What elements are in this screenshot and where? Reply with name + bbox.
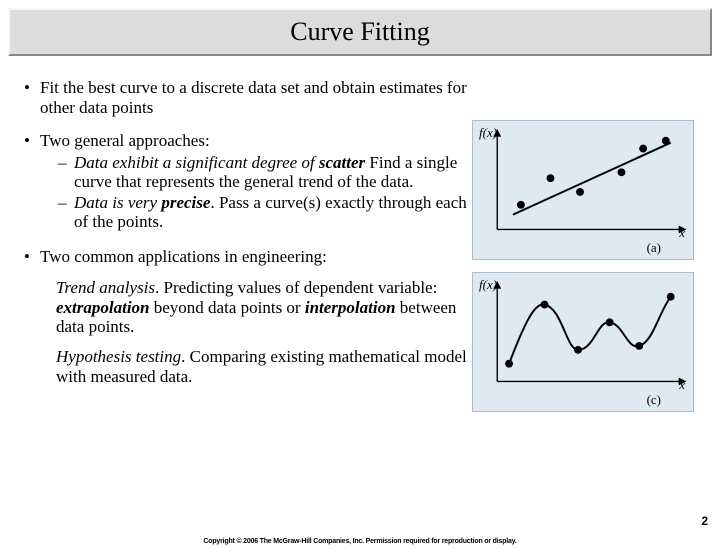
bullet-mark: • xyxy=(24,247,40,396)
bullet-3-lead: Two common applications in engineering: xyxy=(40,247,468,267)
sub-list: – Data exhibit a significant degree of s… xyxy=(58,153,468,232)
page-number: 2 xyxy=(701,514,708,528)
bullet-2-lead: Two general approaches: xyxy=(40,131,468,151)
figure-column: f(x) x (a) f(x) x (c) xyxy=(472,62,694,412)
sub-item-2-text: Data is very precise. Pass a curve(s) ex… xyxy=(74,193,468,232)
figure-a-ylabel: f(x) xyxy=(479,125,497,141)
figure-a-tag: (a) xyxy=(647,240,661,256)
text-column: • Fit the best curve to a discrete data … xyxy=(8,62,468,412)
chart-a-svg xyxy=(473,121,693,259)
bullet-3: • Two common applications in engineering… xyxy=(24,247,468,396)
figure-c-ylabel: f(x) xyxy=(479,277,497,293)
slide-title-bar: Curve Fitting xyxy=(8,8,712,56)
app-1: Trend analysis. Predicting values of dep… xyxy=(56,278,468,337)
chart-c-svg xyxy=(473,273,693,411)
figure-a-xlabel: x xyxy=(679,225,685,241)
bullet-3-body: Two common applications in engineering: … xyxy=(40,247,468,396)
dash-icon: – xyxy=(58,193,74,232)
bullet-mark: • xyxy=(24,131,40,233)
bullet-1: • Fit the best curve to a discrete data … xyxy=(24,78,468,117)
sub-item-2: – Data is very precise. Pass a curve(s) … xyxy=(58,193,468,232)
copyright-line: Copyright © 2006 The McGraw-Hill Compani… xyxy=(0,538,720,545)
figure-a: f(x) x (a) xyxy=(472,120,694,260)
app-2: Hypothesis testing. Comparing existing m… xyxy=(56,347,468,386)
dash-icon: – xyxy=(58,153,74,192)
slide-title: Curve Fitting xyxy=(290,17,429,47)
bullet-mark: • xyxy=(24,78,40,117)
content-area: • Fit the best curve to a discrete data … xyxy=(0,56,720,412)
figure-c-xlabel: x xyxy=(679,377,685,393)
bullet-2-body: Two general approaches: – Data exhibit a… xyxy=(40,131,468,233)
sub-item-1-text: Data exhibit a significant degree of sca… xyxy=(74,153,468,192)
figure-c: f(x) x (c) xyxy=(472,272,694,412)
sub-item-1: – Data exhibit a significant degree of s… xyxy=(58,153,468,192)
bullet-1-text: Fit the best curve to a discrete data se… xyxy=(40,78,468,117)
bullet-2: • Two general approaches: – Data exhibit… xyxy=(24,131,468,233)
figure-c-tag: (c) xyxy=(647,392,661,408)
